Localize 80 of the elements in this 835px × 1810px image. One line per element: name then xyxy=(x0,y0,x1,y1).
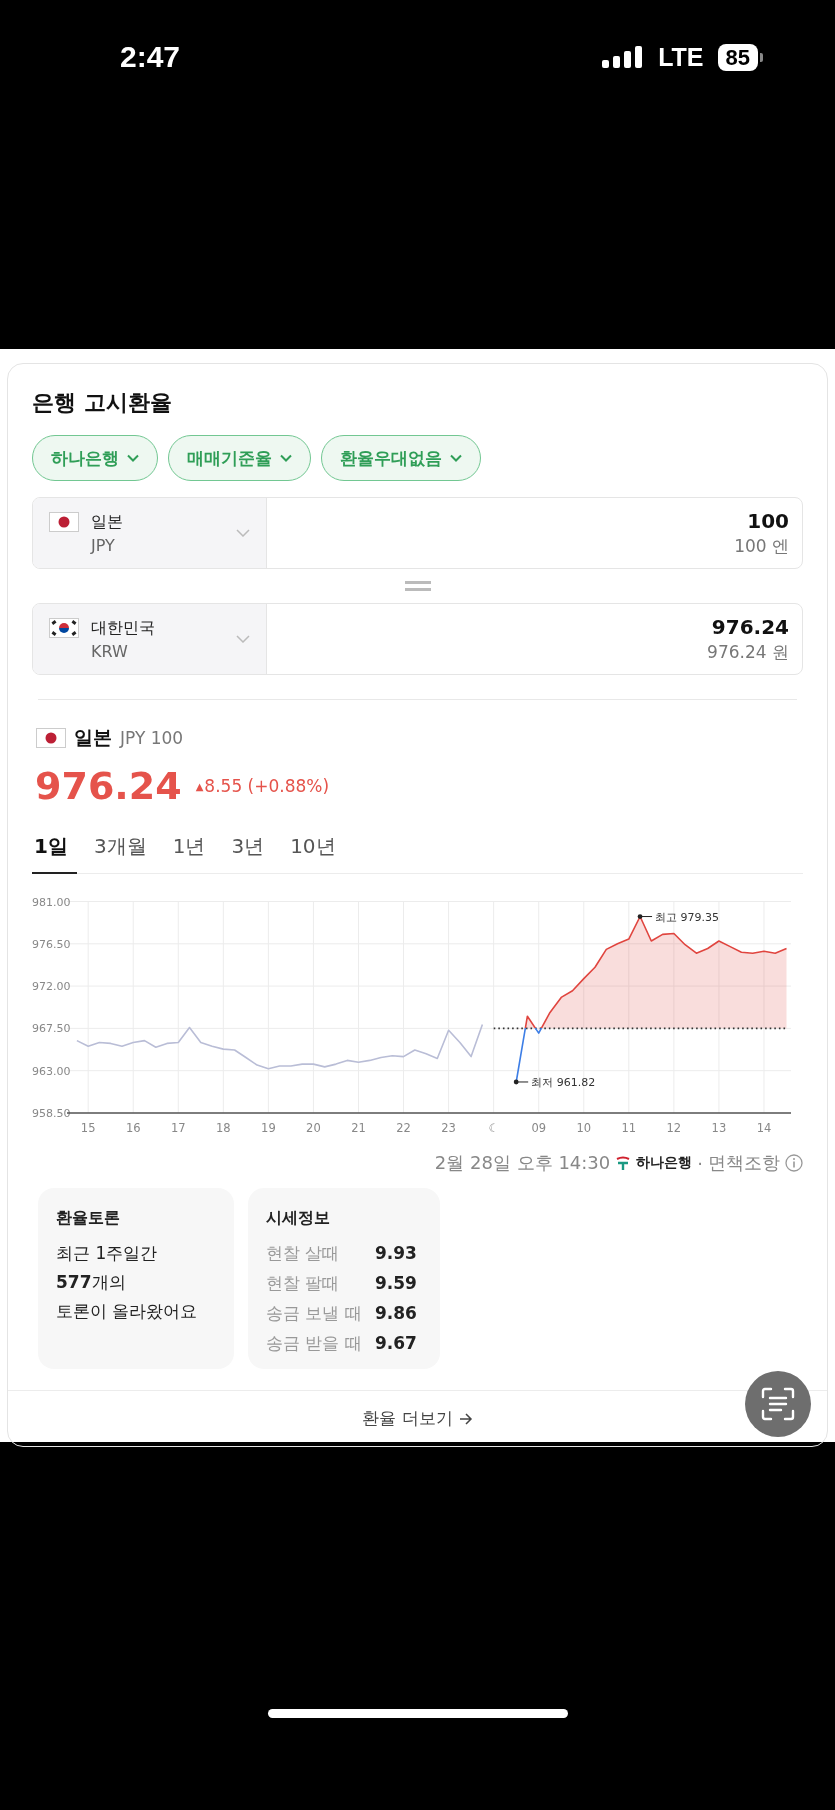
currency-code: KRW xyxy=(91,641,129,661)
update-time: 2월 28일 오후 14:30 xyxy=(434,1151,611,1175)
discussion-card[interactable]: 환율토론 최근 1주일간 577개의 토론이 올라왔어요 xyxy=(38,1188,234,1369)
leader-line xyxy=(637,914,653,919)
leader-line xyxy=(513,1079,529,1085)
period-tab[interactable]: 3년 xyxy=(222,823,274,874)
annotation-label: 최고 979.35 xyxy=(655,910,720,924)
card-title: 시세정보 xyxy=(266,1208,331,1229)
currency-code: JPY xyxy=(91,535,116,555)
axis-label: 10 xyxy=(576,1121,592,1135)
amount-label: 976.24 원 xyxy=(707,640,789,664)
amount-value: 100 xyxy=(747,508,789,533)
battery-indicator: 85 xyxy=(717,43,763,71)
currency-code: JPY 100 xyxy=(120,728,184,748)
exchange-rate: 976.24 xyxy=(35,763,182,809)
up-triangle-icon: ▲ xyxy=(195,780,204,792)
flag-icon xyxy=(49,618,79,638)
axis-label: 17 xyxy=(170,1121,186,1135)
axis-label: 19 xyxy=(261,1121,276,1135)
axis-label: 963.00 xyxy=(32,1064,71,1078)
separator-dot: · xyxy=(697,1152,703,1174)
amount-label: 100 엔 xyxy=(734,534,789,558)
axis-label: 18 xyxy=(216,1121,231,1135)
price-label: 현찰 팔때 xyxy=(266,1272,341,1295)
bank-name: 하나은행 xyxy=(636,1154,693,1172)
chevron-icon xyxy=(236,529,250,537)
axis-label: 958.50 xyxy=(32,1107,71,1120)
axis-label: 09 xyxy=(531,1121,546,1135)
currency-name: 일본 xyxy=(91,511,124,533)
annotation-label: 최저 961.82 xyxy=(531,1076,596,1089)
amount-value: 976.24 xyxy=(711,614,789,639)
flag-icon xyxy=(36,728,66,748)
scan-icon xyxy=(761,1387,795,1421)
axis-label: 20 xyxy=(306,1121,321,1135)
axis-label: 972.00 xyxy=(32,980,71,994)
axis-label: 21 xyxy=(351,1121,366,1135)
price-label: 송금 받을 때 xyxy=(266,1332,363,1355)
price-label: 송금 보낼 때 xyxy=(266,1302,363,1325)
status-time: 2:47 xyxy=(120,40,181,74)
disclaimer-link[interactable]: 면책조항 xyxy=(708,1151,780,1175)
price-label: 현찰 살때 xyxy=(266,1242,341,1265)
price-value: 9.59 xyxy=(374,1272,418,1295)
period-tab[interactable]: 1일 xyxy=(32,823,77,874)
discussion-summary: 최근 1주일간 577개의 토론이 올라왔어요 xyxy=(56,1242,199,1323)
axis-label: 23 xyxy=(441,1121,456,1135)
arrow-right-icon xyxy=(458,1412,473,1425)
axis-label: 15 xyxy=(80,1121,96,1135)
chevron-icon xyxy=(236,635,250,643)
axis-label: ☾ xyxy=(488,1121,499,1135)
axis-label: 14 xyxy=(756,1121,772,1135)
axis-label: 11 xyxy=(621,1121,637,1135)
period-tab[interactable]: 10년 xyxy=(281,823,345,874)
chevron-icon xyxy=(127,454,139,462)
axis-label: 16 xyxy=(125,1121,141,1135)
card-title: 은행 고시환율 xyxy=(32,389,173,417)
currency-name: 일본 xyxy=(74,725,112,750)
axis-label: 967.50 xyxy=(32,1022,71,1036)
price-value: 9.86 xyxy=(374,1302,418,1325)
axis-label: 22 xyxy=(396,1121,411,1135)
period-tab[interactable]: 1년 xyxy=(163,823,215,874)
price-value: 9.93 xyxy=(374,1242,418,1265)
axis-label: 12 xyxy=(666,1121,682,1135)
axis-label: 981.00 xyxy=(32,895,71,909)
logo-icon xyxy=(615,1155,632,1171)
period-tab[interactable]: 3개월 xyxy=(84,823,156,874)
equals-icon xyxy=(404,581,431,591)
flag-icon xyxy=(49,512,79,532)
rate-change: 8.55 (+0.88%) xyxy=(204,776,330,796)
chevron-icon xyxy=(280,454,292,462)
axis-label: 976.50 xyxy=(32,937,71,951)
axis-label: 13 xyxy=(711,1121,727,1135)
currency-select[interactable]: 일본 JPY xyxy=(33,498,267,568)
chevron-icon xyxy=(450,454,462,462)
signal-icon xyxy=(602,46,645,68)
network-type: LTE xyxy=(658,42,704,72)
currency-name: 대한민국 xyxy=(91,617,156,639)
currency-select[interactable]: 대한민국 KRW xyxy=(33,604,267,674)
info-icon xyxy=(785,1154,803,1172)
card-title: 환율토론 xyxy=(56,1208,121,1229)
price-value: 9.67 xyxy=(374,1332,418,1355)
